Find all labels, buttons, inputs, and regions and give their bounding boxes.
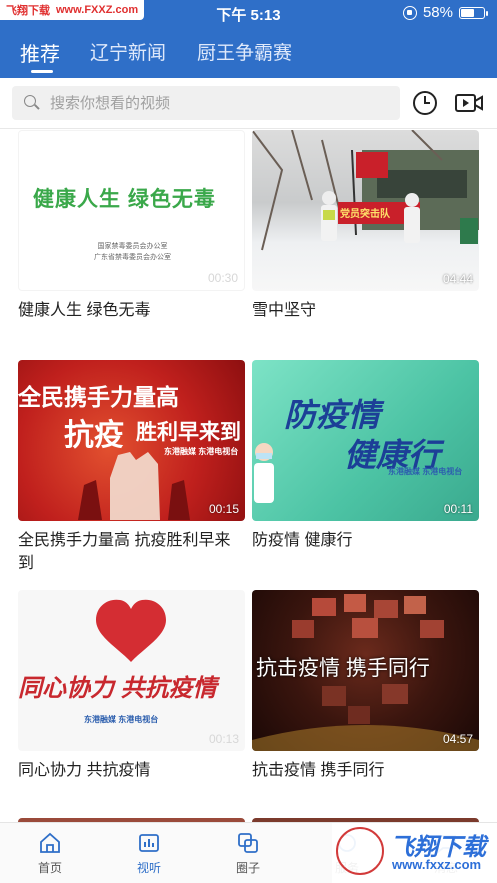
header-divider (0, 128, 497, 129)
thumb-line: 同心协力 共抗疫情 (18, 675, 217, 702)
battery-icon (459, 6, 488, 19)
video-title[interactable]: 抗击疫情 携手同行 (252, 759, 479, 782)
nav-media-label: 视听 (136, 861, 161, 875)
video-duration: 00:30 (207, 271, 238, 285)
media-icon (139, 834, 159, 852)
battery-fill (461, 8, 474, 17)
video-title[interactable]: 健康人生 绿色无毒 (18, 299, 245, 322)
video-record-icon[interactable] (454, 89, 483, 117)
watermark-bottom: 飞翔下载 www.fxxz.com (332, 823, 497, 883)
battery-percent: 58% (422, 4, 453, 21)
thumb-headline: 健康人生 绿色无毒 (33, 188, 216, 211)
nav-circle[interactable]: 圈子 (216, 831, 280, 876)
tab-liaoning-news[interactable]: 辽宁新闻 (90, 38, 166, 65)
video-card[interactable]: 抗击疫情 携手同行 04:57 抗击疫情 携手同行 (252, 590, 479, 782)
video-thumbnail[interactable]: 抗击疫情 携手同行 04:57 (252, 590, 479, 751)
thumb-logo: 东港融媒 东港电视台 (84, 715, 159, 724)
video-thumbnail[interactable]: 防疫情 健康行 东港融媒 东港电视台 00:11 (252, 360, 479, 521)
video-thumbnail[interactable]: 同心协力 共抗疫情 东港融媒 东港电视台 00:13 (18, 590, 245, 751)
watermark-url: www.fxxz.com (392, 857, 482, 872)
rotation-lock-icon (402, 5, 417, 20)
nav-home-label: 首页 (37, 861, 62, 875)
video-duration: 00:11 (443, 502, 473, 516)
active-tab-indicator (31, 70, 53, 73)
watermark-brand: 飞翔下载 (6, 5, 50, 17)
thumb-logo: 东港融媒 东港电视台 (164, 447, 239, 456)
status-right: 58% (402, 4, 488, 21)
search-input[interactable] (50, 94, 370, 112)
thumb-org: 广东省禁毒委员会办公室 (94, 254, 171, 261)
video-duration: 04:44 (442, 272, 473, 286)
video-title[interactable]: 雪中坚守 (252, 299, 479, 322)
search-bar[interactable] (12, 86, 400, 120)
video-card[interactable]: 同心协力 共抗疫情 东港融媒 东港电视台 00:13 同心协力 共抗疫情 (18, 590, 245, 782)
video-thumbnail[interactable]: 健康人生 绿色无毒 国家禁毒委员会办公室 广东省禁毒委员会办公室 00:30 (18, 130, 245, 291)
video-title[interactable]: 防疫情 健康行 (252, 529, 479, 552)
video-thumbnail[interactable]: 党员突击队 04:44 (252, 130, 479, 291)
video-card[interactable]: 健康人生 绿色无毒 国家禁毒委员会办公室 广东省禁毒委员会办公室 00:30 健… (18, 130, 245, 322)
watermark-top: 飞翔下载 www.FXXZ.com (0, 0, 145, 20)
thumb-logo: 东港融媒 东港电视台 (388, 467, 463, 476)
history-clock-icon[interactable] (411, 89, 439, 117)
video-thumbnail[interactable]: 全民携手力量高 抗疫 胜利早来到 东港融媒 东港电视台 00:15 (18, 360, 245, 521)
circle-icon (238, 833, 258, 853)
thumb-banner: 党员突击队 (340, 209, 390, 220)
video-title[interactable]: 同心协力 共抗疫情 (18, 759, 245, 782)
channel-tabs: 推荐 辽宁新闻 厨王争霸赛 (0, 28, 497, 78)
video-duration: 00:15 (208, 502, 239, 516)
search-icon (24, 95, 40, 111)
video-duration: 04:57 (442, 732, 473, 746)
video-card[interactable]: 党员突击队 04:44 雪中坚守 (252, 130, 479, 322)
home-icon (40, 832, 60, 853)
nav-home[interactable]: 首页 (18, 831, 82, 876)
video-card[interactable]: 全民携手力量高 抗疫 胜利早来到 东港融媒 东港电视台 00:15 全民携手力量… (18, 360, 245, 575)
video-duration: 00:13 (208, 732, 239, 746)
thumb-line: 抗击疫情 携手同行 (256, 657, 430, 680)
video-title[interactable]: 全民携手力量高 抗疫胜利早来到 (18, 529, 245, 575)
watermark-url: www.FXXZ.com (56, 4, 139, 16)
video-card[interactable]: 防疫情 健康行 东港融媒 东港电视台 00:11 防疫情 健康行 (252, 360, 479, 552)
tab-chef-contest[interactable]: 厨王争霸赛 (197, 38, 292, 65)
nav-media[interactable]: 视听 (117, 831, 181, 876)
nav-circle-label: 圈子 (235, 861, 260, 875)
watermark-logo (336, 827, 384, 875)
tab-recommend[interactable]: 推荐 (20, 38, 60, 67)
thumb-org: 国家禁毒委员会办公室 (97, 243, 168, 250)
